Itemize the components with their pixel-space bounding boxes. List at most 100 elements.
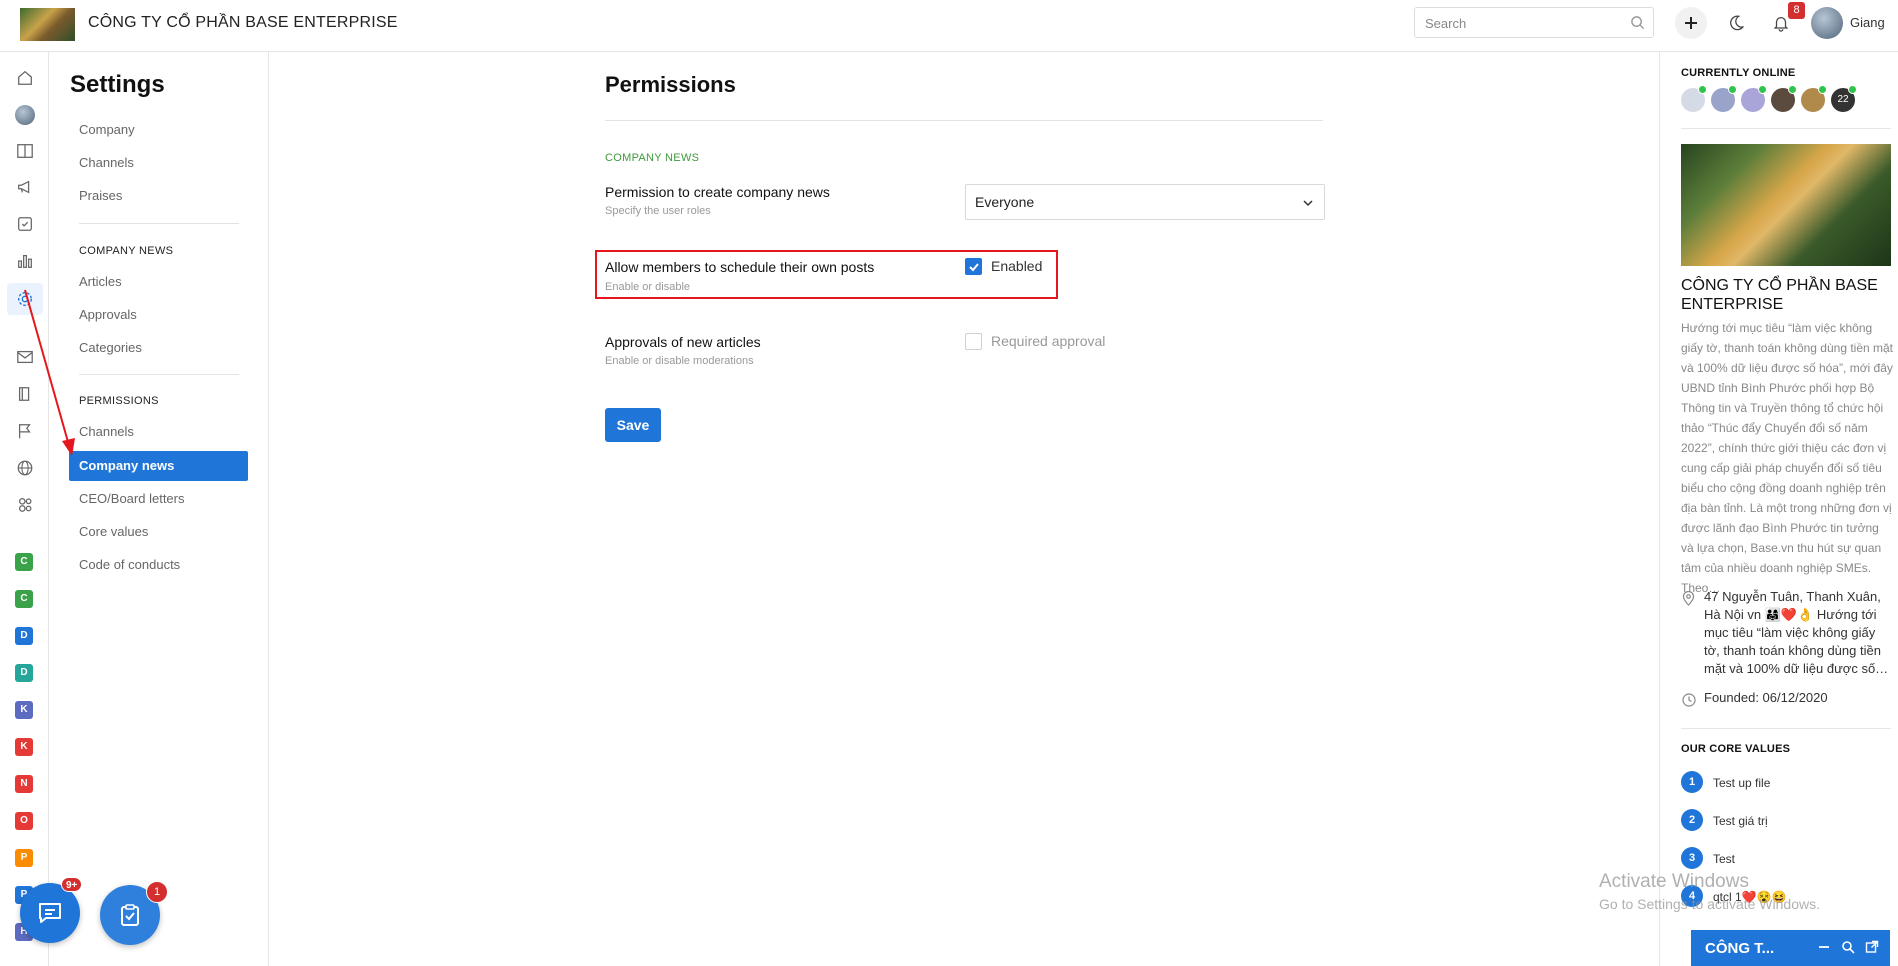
add-button[interactable] xyxy=(1675,7,1707,39)
group-tile[interactable]: K xyxy=(15,701,33,719)
schedule-posts-label[interactable]: Enabled xyxy=(991,258,1042,274)
core-value-label[interactable]: Test xyxy=(1713,852,1735,866)
group-tile[interactable]: D xyxy=(15,664,33,682)
setting-desc-approvals: Enable or disable moderations xyxy=(605,355,754,367)
minimize-icon[interactable] xyxy=(1817,940,1831,959)
nav-divider xyxy=(79,223,239,224)
online-heading: CURRENTLY ONLINE xyxy=(1681,67,1796,79)
role-select[interactable]: Everyone xyxy=(965,184,1325,220)
nav-item-praises[interactable]: Praises xyxy=(69,181,248,211)
nav-item-permission-channels[interactable]: Channels xyxy=(69,417,248,447)
task-check-icon[interactable] xyxy=(14,213,36,235)
rail-avatar[interactable] xyxy=(15,105,35,125)
core-value-number: 3 xyxy=(1681,847,1703,869)
clock-icon xyxy=(1682,693,1696,712)
chevron-down-icon xyxy=(1302,196,1314,214)
online-dot xyxy=(1698,85,1707,94)
nav-item-ceo-board-letters[interactable]: CEO/Board letters xyxy=(69,484,248,514)
notification-badge: 8 xyxy=(1788,2,1805,19)
bar-chart-icon[interactable] xyxy=(14,250,36,272)
required-approval-checkbox[interactable] xyxy=(965,333,982,350)
settings-sidebar: Settings Company Channels Praises COMPAN… xyxy=(49,52,269,966)
nav-item-approvals[interactable]: Approvals xyxy=(69,300,248,330)
user-name[interactable]: Giang xyxy=(1850,15,1885,30)
user-avatar[interactable] xyxy=(1811,7,1843,39)
book-icon[interactable] xyxy=(14,383,36,405)
founded-date: Founded: 06/12/2020 xyxy=(1704,690,1828,705)
app-rail: C C D D K K N O P P H xyxy=(0,52,49,966)
nav-item-core-values[interactable]: Core values xyxy=(69,517,248,547)
required-approval-label[interactable]: Required approval xyxy=(991,333,1105,349)
dark-mode-toggle[interactable] xyxy=(1720,7,1752,39)
setting-desc-schedule-posts: Enable or disable xyxy=(605,281,691,293)
core-value-label[interactable]: Test giá trị xyxy=(1713,814,1768,828)
company-logo[interactable] xyxy=(20,8,75,41)
search-input[interactable] xyxy=(1423,13,1623,33)
members-icon[interactable] xyxy=(14,493,36,515)
group-tile[interactable]: C xyxy=(15,553,33,571)
windows-activation-hint: Go to Settings to activate Windows. xyxy=(1599,896,1820,912)
setting-title-create-news: Permission to create company news xyxy=(605,184,830,200)
online-dot xyxy=(1818,85,1827,94)
setting-title-approvals: Approvals of new articles xyxy=(605,334,761,350)
external-link-icon[interactable] xyxy=(1865,940,1879,959)
settings-title: Settings xyxy=(70,71,165,98)
core-value-label[interactable]: Test up file xyxy=(1713,776,1770,790)
group-tile[interactable]: C xyxy=(15,590,33,608)
panel-divider xyxy=(1681,728,1891,729)
nav-item-articles[interactable]: Articles xyxy=(69,267,248,297)
search-icon[interactable] xyxy=(1630,15,1645,35)
mail-icon[interactable] xyxy=(14,346,36,368)
location-pin-icon xyxy=(1682,590,1695,611)
panel-divider xyxy=(1681,128,1891,129)
chat-window-title[interactable]: CÔNG T... xyxy=(1705,940,1774,957)
title-divider xyxy=(605,120,1323,121)
company-description: Hướng tới mục tiêu “làm việc không giấy … xyxy=(1681,321,1893,595)
nav-item-channels[interactable]: Channels xyxy=(69,148,248,178)
task-badge: 1 xyxy=(146,881,168,903)
group-tile[interactable]: N xyxy=(15,775,33,793)
schedule-posts-checkbox[interactable] xyxy=(965,258,982,275)
nav-item-code-of-conducts[interactable]: Code of conducts xyxy=(69,550,248,580)
save-button[interactable]: Save xyxy=(605,408,661,442)
panel-company-name: CÔNG TY CỔ PHẦN BASE ENTERPRISE xyxy=(1681,277,1878,313)
section-label: COMPANY NEWS xyxy=(605,152,700,164)
core-value-number: 2 xyxy=(1681,809,1703,831)
newsfeed-icon[interactable] xyxy=(14,140,36,162)
nav-section-permissions: PERMISSIONS xyxy=(79,395,159,407)
company-address: 47 Nguyễn Tuân, Thanh Xuân, Hà Nội vn 👨‍… xyxy=(1704,589,1889,676)
group-tile[interactable]: K xyxy=(15,738,33,756)
company-title[interactable]: CÔNG TY CỔ PHẦN BASE ENTERPRISE xyxy=(88,14,398,32)
annotation-arrow xyxy=(24,289,75,456)
group-tile[interactable]: D xyxy=(15,627,33,645)
plus-icon xyxy=(1685,17,1697,29)
group-tile[interactable]: O xyxy=(15,812,33,830)
nav-item-categories[interactable]: Categories xyxy=(69,333,248,363)
company-info-panel: CURRENTLY ONLINE 22 CÔNG TY CỔ PHẦN BASE… xyxy=(1659,52,1898,966)
chat-window-bar[interactable]: CÔNG T... xyxy=(1691,930,1890,966)
online-dot xyxy=(1848,85,1857,94)
moon-icon xyxy=(1730,15,1745,31)
settings-gear-icon[interactable] xyxy=(7,283,43,315)
page-title: Permissions xyxy=(605,72,736,97)
core-values-heading: OUR CORE VALUES xyxy=(1681,743,1791,755)
home-icon[interactable] xyxy=(14,67,36,89)
search-box[interactable] xyxy=(1414,7,1654,38)
setting-title-schedule-posts: Allow members to schedule their own post… xyxy=(605,259,875,275)
megaphone-icon[interactable] xyxy=(14,176,36,198)
setting-desc-create-news: Specify the user roles xyxy=(605,205,711,217)
chat-badge: 9+ xyxy=(61,877,83,892)
nav-item-permission-company-news[interactable]: Company news xyxy=(69,451,248,481)
flag-icon[interactable] xyxy=(14,420,36,442)
checkmark-icon xyxy=(968,262,979,271)
online-dot xyxy=(1728,85,1737,94)
nav-divider xyxy=(79,374,239,375)
nav-item-company[interactable]: Company xyxy=(69,115,248,145)
globe-icon[interactable] xyxy=(14,457,36,479)
group-tile[interactable]: P xyxy=(15,849,33,867)
top-bar: CÔNG TY CỔ PHẦN BASE ENTERPRISE 8 Giang xyxy=(0,0,1898,52)
search-icon[interactable] xyxy=(1841,940,1855,959)
role-select-value: Everyone xyxy=(975,194,1035,210)
nav-section-company-news: COMPANY NEWS xyxy=(79,245,174,257)
online-dot xyxy=(1758,85,1767,94)
